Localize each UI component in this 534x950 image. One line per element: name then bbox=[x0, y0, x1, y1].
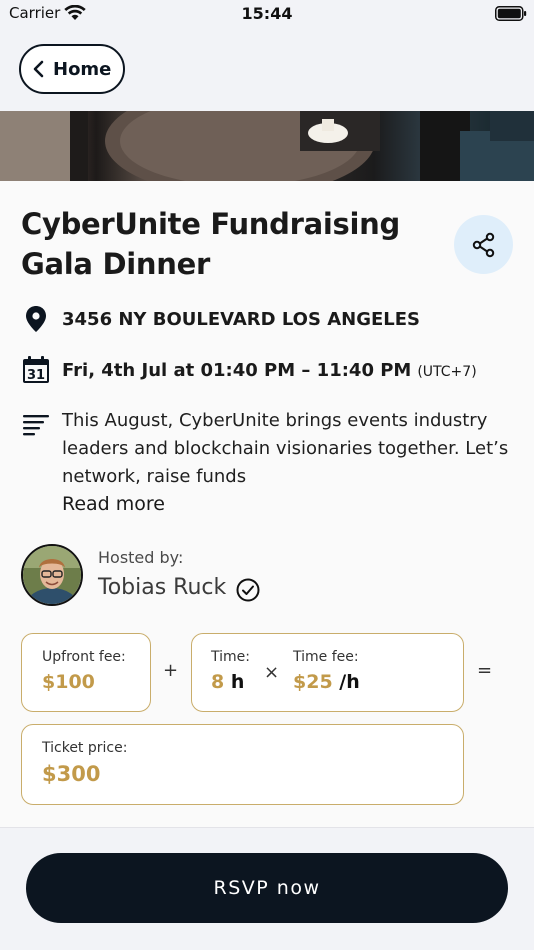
upfront-fee-value: $100 bbox=[42, 671, 95, 693]
description-icon-holder bbox=[22, 411, 62, 439]
host-name: Tobias Ruck bbox=[98, 574, 227, 600]
description-lines-icon bbox=[22, 411, 50, 439]
rsvp-button[interactable]: RSVP now bbox=[26, 853, 508, 923]
upfront-fee-label: Upfront fee: bbox=[42, 649, 126, 665]
event-datetime: Fri, 4th Jul at 01:40 PM – 11:40 PM (UTC+… bbox=[62, 360, 477, 381]
event-title: CyberUnite Fundraising Gala Dinner bbox=[21, 207, 400, 281]
event-datetime-text: Fri, 4th Jul at 01:40 PM – 11:40 PM bbox=[62, 359, 412, 381]
read-more-link[interactable]: Read more bbox=[62, 493, 165, 515]
time-unit: h bbox=[230, 671, 245, 693]
event-banner-image bbox=[0, 111, 534, 181]
time-fee-value-row: $25 /h bbox=[293, 671, 360, 693]
chevron-left-icon bbox=[33, 60, 44, 78]
share-icon bbox=[472, 232, 494, 257]
host-name-row[interactable]: Tobias Ruck bbox=[98, 572, 260, 602]
share-button[interactable] bbox=[454, 215, 513, 274]
time-fee-value: $25 bbox=[293, 671, 333, 693]
location-pin-icon bbox=[22, 305, 50, 333]
event-description: This August, CyberUnite brings events in… bbox=[62, 410, 509, 487]
verified-check-icon bbox=[236, 578, 260, 602]
home-back-button[interactable]: Home bbox=[19, 44, 125, 94]
equals-operator: = bbox=[477, 660, 493, 681]
time-fee-unit: /h bbox=[339, 671, 360, 693]
svg-text:31: 31 bbox=[27, 368, 45, 383]
event-datetime-row: 31 Fri, 4th Jul at 01:40 PM – 11:40 PM (U… bbox=[22, 356, 477, 384]
calendar-icon: 31 bbox=[22, 356, 50, 384]
event-location-row: 3456 NY BOULEVARD LOS ANGELES bbox=[22, 305, 420, 333]
plus-operator: + bbox=[163, 660, 179, 681]
ticket-price-label: Ticket price: bbox=[42, 740, 128, 756]
time-fee-label: Time fee: bbox=[293, 649, 359, 665]
banner-illustration bbox=[0, 111, 534, 181]
times-operator: × bbox=[264, 662, 280, 683]
time-label: Time: bbox=[211, 649, 250, 665]
event-address: 3456 NY BOULEVARD LOS ANGELES bbox=[62, 308, 420, 330]
event-timezone: (UTC+7) bbox=[417, 363, 477, 380]
hosted-by-label: Hosted by: bbox=[98, 548, 184, 567]
time-value-row: 8 h bbox=[211, 671, 244, 693]
ticket-price-value: $300 bbox=[42, 762, 101, 786]
status-bar: Carrier 15:44 bbox=[0, 0, 534, 30]
clock: 15:44 bbox=[241, 4, 293, 23]
time-value: 8 bbox=[211, 671, 225, 693]
battery-icon bbox=[495, 6, 527, 21]
home-label: Home bbox=[53, 58, 112, 80]
host-avatar[interactable] bbox=[21, 544, 83, 606]
